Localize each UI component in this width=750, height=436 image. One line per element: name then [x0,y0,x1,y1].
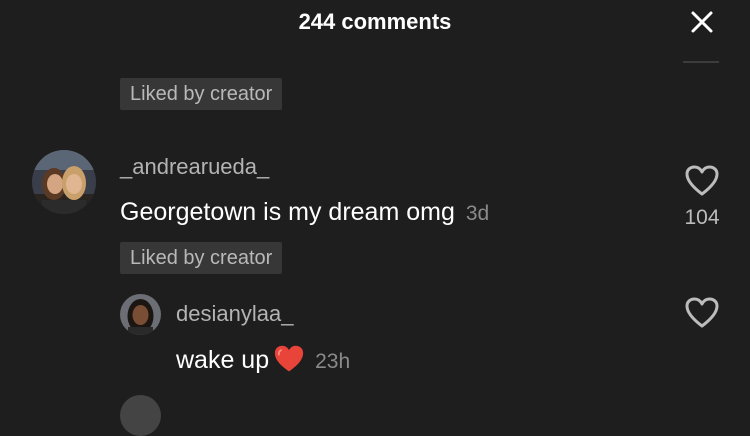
liked-by-creator-badge: Liked by creator [120,242,283,274]
like-button[interactable] [684,164,720,198]
reply-timestamp: 23h [315,350,351,373]
reply-username[interactable]: desianylaa_ [176,301,293,327]
red-heart-emoji-icon [273,344,305,374]
reply-avatar[interactable] [120,294,161,335]
next-reply-avatar[interactable] [120,395,161,436]
avatar-photo [120,294,161,335]
heart-outline-icon [685,297,719,328]
reply-body: wake up [176,346,270,374]
heart-outline-icon [685,165,719,196]
avatar[interactable] [32,150,96,214]
comment-timestamp: 3d [465,202,490,225]
reply-text: wake up 23h [176,344,350,377]
comments-count-title: 244 comments [298,9,452,34]
close-icon [691,11,713,33]
liked-by-creator-badge: Liked by creator [120,78,283,110]
comment-text: Georgetown is my dream omg 3d [120,197,489,229]
like-count: 104 [684,206,720,229]
avatar-photo [32,150,96,214]
close-button[interactable] [686,6,718,38]
comment-username[interactable]: _andrearueda_ [120,154,269,180]
reply-like-button[interactable] [684,296,720,330]
previous-item-edge [683,61,719,63]
comment-body: Georgetown is my dream omg [120,198,455,226]
